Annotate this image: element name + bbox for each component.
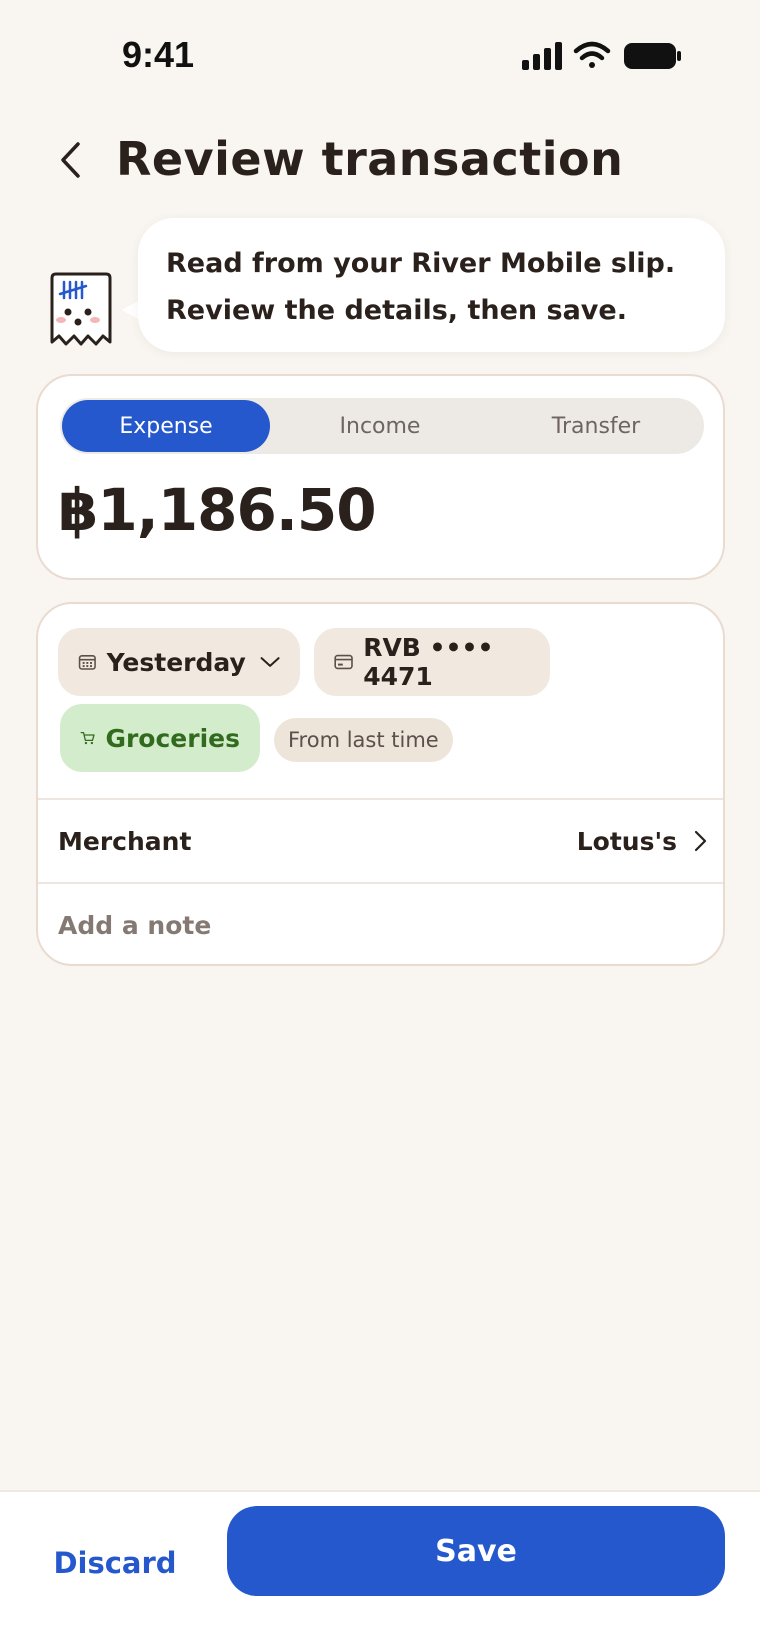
header: Review transaction [0,120,760,200]
chevron-left-icon [61,142,80,178]
merchant-value: Lotus's [576,826,677,856]
account-chip-label: RVB •••• 4471 [363,633,494,691]
assistant-bubble: Read from your River Mobile slip. Review… [138,218,725,352]
discard-button[interactable]: Discard [40,1518,190,1608]
note-placeholder: Add a note [58,910,212,940]
account-chip[interactable]: RVB •••• 4471 [314,628,550,696]
merchant-label: Merchant [58,826,192,856]
status-time: 9:41 [122,34,195,75]
battery-icon [624,43,681,69]
chevron-right-icon [694,830,707,852]
tab-expense[interactable]: Expense [62,400,270,452]
page-title: Review transaction [116,132,624,186]
credit-card-icon [334,654,353,670]
transaction-type-selector: Expense Income Transfer [60,398,704,454]
amount-value[interactable]: ฿1,186.50 [58,476,377,544]
tab-transfer[interactable]: Transfer [488,398,704,454]
note-field[interactable]: Add a note [38,882,723,964]
category-hint-badge: From last time [274,718,453,762]
merchant-value-wrap: Lotus's [577,827,707,856]
merchant-row[interactable]: Merchant Lotus's [38,798,723,882]
status-bar: 9:41 [0,0,760,110]
tab-income[interactable]: Income [272,398,488,454]
chevron-down-icon [260,657,280,667]
assistant-message-line-2: Review the details, then save. [166,295,627,326]
save-button[interactable]: Save [227,1506,725,1596]
bottom-action-bar: Discard Save [0,1490,760,1652]
date-chip-label: Yesterday [106,647,246,677]
amount-card: Expense Income Transfer ฿1,186.50 [36,374,725,580]
cart-icon [80,731,95,745]
date-chip[interactable]: Yesterday [58,628,300,696]
category-chip[interactable]: Groceries [60,704,260,772]
calendar-icon [78,655,96,670]
category-chip-label: Groceries [105,723,240,753]
back-button[interactable] [50,136,90,184]
details-card: Yesterday RVB •••• 4471 Groceries From l… [36,602,725,966]
assistant-message-line-1: Read from your River Mobile slip. [166,248,676,279]
signal-icon [522,42,562,70]
status-icons [520,40,682,74]
wifi-icon [573,41,611,68]
receipt-mascot-icon [48,272,114,356]
